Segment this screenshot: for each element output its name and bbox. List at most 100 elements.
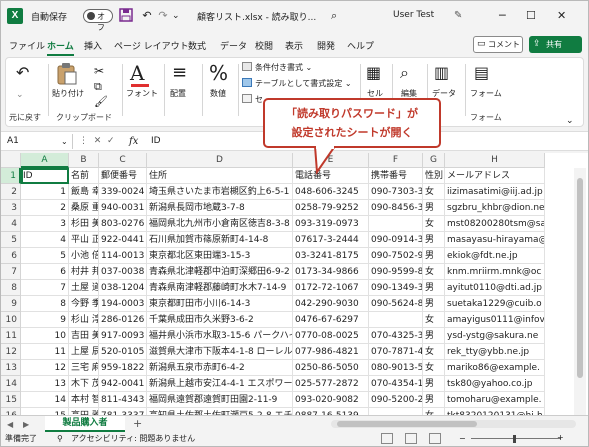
table-cell[interactable]: 男 [423, 200, 445, 216]
zoom-in-icon[interactable]: + [557, 431, 564, 445]
conditional-format-button[interactable]: 条件付き書式 ⌄ [242, 62, 312, 73]
row-header[interactable]: 9 [1, 296, 21, 312]
tab-home[interactable]: ホーム [47, 39, 74, 56]
table-cell[interactable]: 520-0105 [99, 344, 147, 360]
column-header-c[interactable]: C [99, 153, 147, 168]
table-cell[interactable] [369, 408, 423, 415]
form-group[interactable]: ▤ フォーム フォーム [468, 60, 504, 124]
search-icon[interactable]: ⌕ [331, 8, 347, 24]
table-cell[interactable]: tsk80@yahoo.co.jp [445, 376, 545, 392]
table-cell[interactable]: 石川県加賀市篠原新町4-14-8 [147, 232, 293, 248]
table-cell[interactable]: 女 [423, 184, 445, 200]
table-cell[interactable]: 803-0276 [99, 216, 147, 232]
name-box-dropdown-icon[interactable]: ⌄ [61, 134, 68, 149]
table-cell[interactable]: 940-0031 [99, 200, 147, 216]
table-cell[interactable]: 038-1204 [99, 280, 147, 296]
table-cell[interactable]: 090-7502-9 [369, 248, 423, 264]
column-header-a[interactable]: A [21, 153, 69, 168]
table-cell[interactable]: 女 [423, 312, 445, 328]
table-cell[interactable]: 土屋 道和 [69, 280, 99, 296]
horizontal-scrollbar[interactable] [331, 420, 576, 428]
table-cell[interactable]: rek_tty@ybb.ne.jp [445, 344, 545, 360]
table-cell[interactable]: 本村 智治 [69, 392, 99, 408]
table-cell[interactable]: 桑原 重三郎 [69, 200, 99, 216]
vertical-scrollbar[interactable] [574, 168, 586, 415]
row-header[interactable]: 3 [1, 200, 21, 216]
page-break-view-icon[interactable] [429, 433, 441, 444]
comment-button[interactable]: ▭ コメント [473, 36, 523, 53]
table-cell[interactable] [369, 216, 423, 232]
table-cell[interactable]: 女 [423, 216, 445, 232]
row-header[interactable]: 1 [1, 168, 21, 184]
table-cell[interactable]: 070-4325-3 [369, 328, 423, 344]
table-cell[interactable]: 080-9013-5 [369, 360, 423, 376]
row-header[interactable]: 14 [1, 376, 21, 392]
table-cell[interactable]: 小池 倍生 [69, 248, 99, 264]
header-cell[interactable]: 名前 [69, 168, 99, 184]
table-cell[interactable]: 13 [21, 376, 69, 392]
table-cell[interactable]: 上屋 辰恵郎 [69, 344, 99, 360]
format-painter-icon[interactable]: 🖌 [94, 91, 108, 113]
cell-styles-button[interactable]: セ [242, 94, 263, 105]
table-cell[interactable]: 942-0041 [99, 376, 147, 392]
table-cell[interactable]: masayasu-hirayama@ [445, 232, 545, 248]
table-cell[interactable]: 東京都北区東田端3-15-3 [147, 248, 293, 264]
undo-icon[interactable]: ↶ [139, 8, 155, 24]
table-cell[interactable]: ysd-ystg@sakura.ne [445, 328, 545, 344]
table-cell[interactable]: 0770-08-0025 [293, 328, 369, 344]
table-cell[interactable]: 今野 季孝 [69, 296, 99, 312]
header-cell[interactable]: メールアドレス [445, 168, 545, 184]
table-cell[interactable]: 福岡県北九州市小倉南区徳吉8-3-8 [147, 216, 293, 232]
table-cell[interactable]: 福井県小浜市水取3-15-6 パークハイツ103 [147, 328, 293, 344]
column-header-d[interactable]: D [147, 153, 293, 168]
row-header[interactable]: 2 [1, 184, 21, 200]
table-cell[interactable]: suetaka1229@cuib.o [445, 296, 545, 312]
row-header[interactable]: 15 [1, 392, 21, 408]
table-cell[interactable]: 青森県北津軽郡中泊町深郷田6-9-2 [147, 264, 293, 280]
table-cell[interactable]: 6 [21, 264, 69, 280]
font-group[interactable]: A フォント [124, 60, 164, 124]
table-cell[interactable]: 959-1822 [99, 360, 147, 376]
table-cell[interactable]: 東京都町田市小川6-14-3 [147, 296, 293, 312]
table-cell[interactable]: 0887-16-5139 [293, 408, 369, 415]
tab-data[interactable]: データ [220, 39, 247, 52]
vertical-scroll-thumb[interactable] [577, 178, 583, 378]
table-cell[interactable]: 男 [423, 328, 445, 344]
row-header[interactable]: 10 [1, 312, 21, 328]
tab-formulas[interactable]: 数式 [188, 39, 206, 52]
user-name[interactable]: User Test [393, 10, 434, 20]
table-cell[interactable]: 平山 正保 [69, 232, 99, 248]
normal-view-icon[interactable] [381, 433, 393, 444]
table-cell[interactable]: 090-9599-8 [369, 264, 423, 280]
table-cell[interactable]: 781-3337 [99, 408, 147, 415]
table-cell[interactable]: 高知県土佐郡土佐町瀬戸5-2-8 エチュード雅 [147, 408, 293, 415]
header-cell[interactable]: 携帯番号 [369, 168, 423, 184]
table-cell[interactable]: 090-5200-2 [369, 392, 423, 408]
table-cell[interactable]: 新潟県五泉市赤町6-4-2 [147, 360, 293, 376]
table-cell[interactable]: mariko86@example. [445, 360, 545, 376]
spreadsheet-grid[interactable]: A B C D E F G H 1 ID 名前 郵便番号 住所 電話番号 携帯番号 性別 メールアドレス 2 1 飯島… [1, 153, 588, 415]
table-cell[interactable]: 男 [423, 376, 445, 392]
table-cell[interactable]: 村井 邦美 [69, 264, 99, 280]
header-cell[interactable]: 郵便番号 [99, 168, 147, 184]
tab-view[interactable]: 表示 [285, 39, 303, 52]
column-header-b[interactable]: B [69, 153, 99, 168]
table-cell[interactable]: 070-7871-4 [369, 344, 423, 360]
table-cell[interactable]: 12 [21, 360, 69, 376]
table-cell[interactable]: 917-0093 [99, 328, 147, 344]
table-cell[interactable]: tomoharu@example. [445, 392, 545, 408]
table-cell[interactable]: 042-290-9030 [293, 296, 369, 312]
table-format-button[interactable]: テーブルとして書式設定 ⌄ [242, 78, 352, 89]
customize-toolbar-icon[interactable]: ⌄ [172, 8, 188, 24]
tab-review[interactable]: 校閲 [255, 39, 273, 52]
table-cell[interactable]: 女 [423, 344, 445, 360]
insert-function-icon[interactable]: fx [129, 134, 138, 149]
formula-cancel-confirm-icons[interactable]: ⋮ ✕ ✓ [79, 134, 115, 149]
tab-help[interactable]: ヘルプ [347, 39, 374, 52]
table-cell[interactable]: 0173-34-9866 [293, 264, 369, 280]
prev-sheet-icon[interactable]: ◀ [7, 418, 13, 431]
accessibility-status[interactable]: アクセシビリティ: 問題ありません [71, 432, 195, 446]
table-cell[interactable]: 吉田 美次 [69, 328, 99, 344]
add-sheet-button[interactable]: + [133, 417, 142, 431]
table-cell[interactable]: 093-319-0973 [293, 216, 369, 232]
